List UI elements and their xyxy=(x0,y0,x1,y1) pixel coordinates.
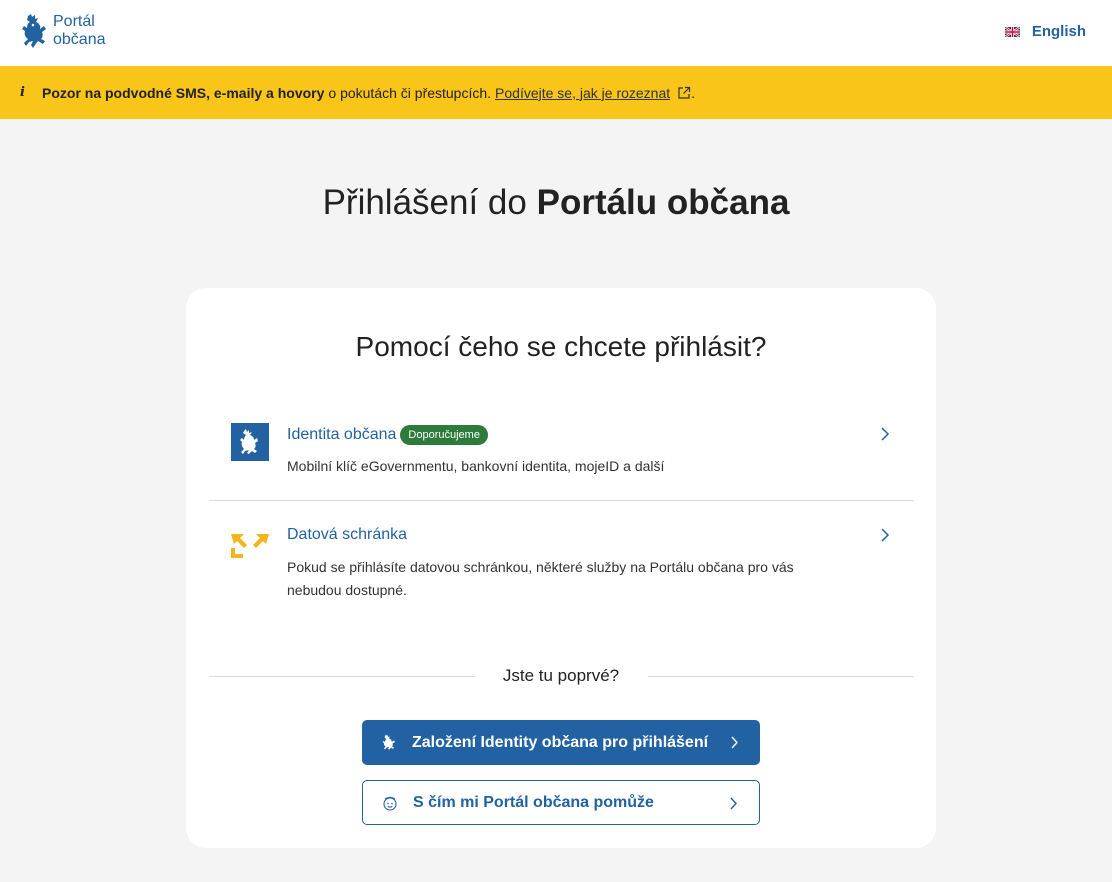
uk-flag-icon xyxy=(1004,26,1020,37)
banner-trailing: . xyxy=(691,84,696,101)
login-card: Pomocí čeho se chcete přihlásit? Identit… xyxy=(186,288,936,848)
identita-obcana-icon xyxy=(231,423,269,461)
option-title: Datová schránka xyxy=(287,526,407,544)
datova-schranka-icon xyxy=(231,534,269,558)
chevron-right-icon xyxy=(881,528,890,542)
banner-text: o pokutách či přestupcích. xyxy=(328,84,492,101)
banner-link[interactable]: Podívejte se, jak je rozeznat xyxy=(495,85,670,101)
chevron-right-icon xyxy=(881,427,890,441)
czech-lion-icon xyxy=(382,734,395,750)
option-title-text: Identita občana xyxy=(287,426,397,443)
logo-line-1: Portál xyxy=(53,13,95,30)
language-switch[interactable]: English xyxy=(1004,23,1086,40)
portal-logo[interactable]: Portál občana xyxy=(20,13,106,49)
chevron-right-icon xyxy=(730,797,737,810)
create-identity-button-label: Založení Identity občana pro přihlášení xyxy=(412,733,709,751)
header: Portál občana English xyxy=(0,0,1112,66)
divider-right xyxy=(648,676,914,677)
banner-bold-text: Pozor na podvodné SMS, e-maily a hovory xyxy=(42,84,325,101)
czech-lion-icon xyxy=(22,14,46,48)
create-identity-button[interactable]: Založení Identity občana pro přihlášení xyxy=(362,720,760,765)
how-portal-helps-button[interactable]: S čím mi Portál občana pomůže xyxy=(362,780,760,825)
help-person-icon xyxy=(383,796,397,811)
logo-line-2: občana xyxy=(53,31,106,48)
option-description: Pokud se přihlásíte datovou schránkou, n… xyxy=(287,559,794,598)
chevron-right-icon xyxy=(731,736,738,749)
option-description: Mobilní klíč eGovernmentu, bankovní iden… xyxy=(287,458,665,474)
login-option-identita-obcana[interactable]: Identita občana Doporučujeme Mobilní klí… xyxy=(209,413,914,501)
login-option-datova-schranka[interactable]: Datová schránka Pokud se přihlásíte dato… xyxy=(209,514,914,614)
recommended-badge: Doporučujeme xyxy=(400,425,488,445)
language-label: English xyxy=(1031,23,1086,40)
card-title: Pomocí čeho se chcete přihlásit? xyxy=(355,331,767,362)
page-title: Přihlášení do Portálu občana xyxy=(0,183,1112,223)
option-title: Identita občana Doporučujeme xyxy=(287,425,488,445)
warning-banner: i Pozor na podvodné SMS, e-maily a hovor… xyxy=(0,66,1112,119)
option-title-text: Datová schránka xyxy=(287,526,408,543)
page-title-regular: Přihlášení do xyxy=(322,183,527,222)
info-icon: i xyxy=(20,85,25,100)
external-link-icon[interactable] xyxy=(677,86,691,100)
how-portal-helps-button-label: S čím mi Portál občana pomůže xyxy=(413,793,654,811)
page-title-bold: Portálu občana xyxy=(536,183,790,222)
